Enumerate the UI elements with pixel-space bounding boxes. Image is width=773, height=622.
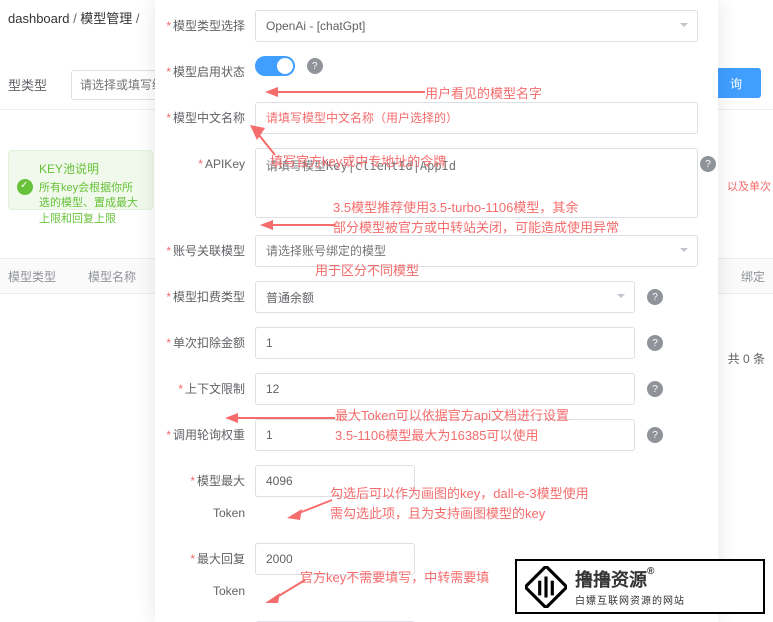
weight-input[interactable] — [255, 419, 635, 451]
apikey-textarea[interactable] — [255, 148, 698, 218]
max-token-input[interactable] — [255, 465, 415, 497]
enable-switch[interactable] — [255, 56, 295, 76]
total-text: 共 0 条 — [728, 350, 765, 367]
help-icon[interactable]: ? — [700, 156, 716, 172]
key-pool-alert: KEY池说明 所有key会根据你所选的模型、置成最大上限和回复上限 — [8, 150, 153, 210]
help-icon[interactable]: ? — [307, 58, 323, 74]
help-icon[interactable]: ? — [647, 289, 663, 305]
model-type-select[interactable] — [255, 10, 698, 42]
watermark: 撸撸资源® 白嫖互联网资源的网站 — [515, 559, 765, 614]
context-input[interactable] — [255, 373, 635, 405]
help-icon[interactable]: ? — [647, 381, 663, 397]
help-icon[interactable]: ? — [647, 335, 663, 351]
fee-type-select[interactable] — [255, 281, 635, 313]
reply-token-input[interactable] — [255, 543, 415, 575]
breadcrumb: dashboard / 模型管理 / — [8, 8, 140, 27]
cn-name-input[interactable] — [255, 102, 698, 134]
filter-label: 型类型 — [8, 75, 63, 94]
help-icon[interactable]: ? — [647, 427, 663, 443]
query-button[interactable]: 询 — [711, 68, 761, 98]
model-form-modal: *模型类型选择 *模型启用状态 ? *模型中文名称 *APIKey ? *账号关… — [155, 0, 718, 622]
logo-icon — [525, 566, 567, 608]
side-text: 以及单次 — [727, 178, 771, 194]
check-circle-icon — [17, 179, 33, 195]
deduct-input[interactable] — [255, 327, 635, 359]
assoc-model-select[interactable] — [255, 235, 698, 267]
